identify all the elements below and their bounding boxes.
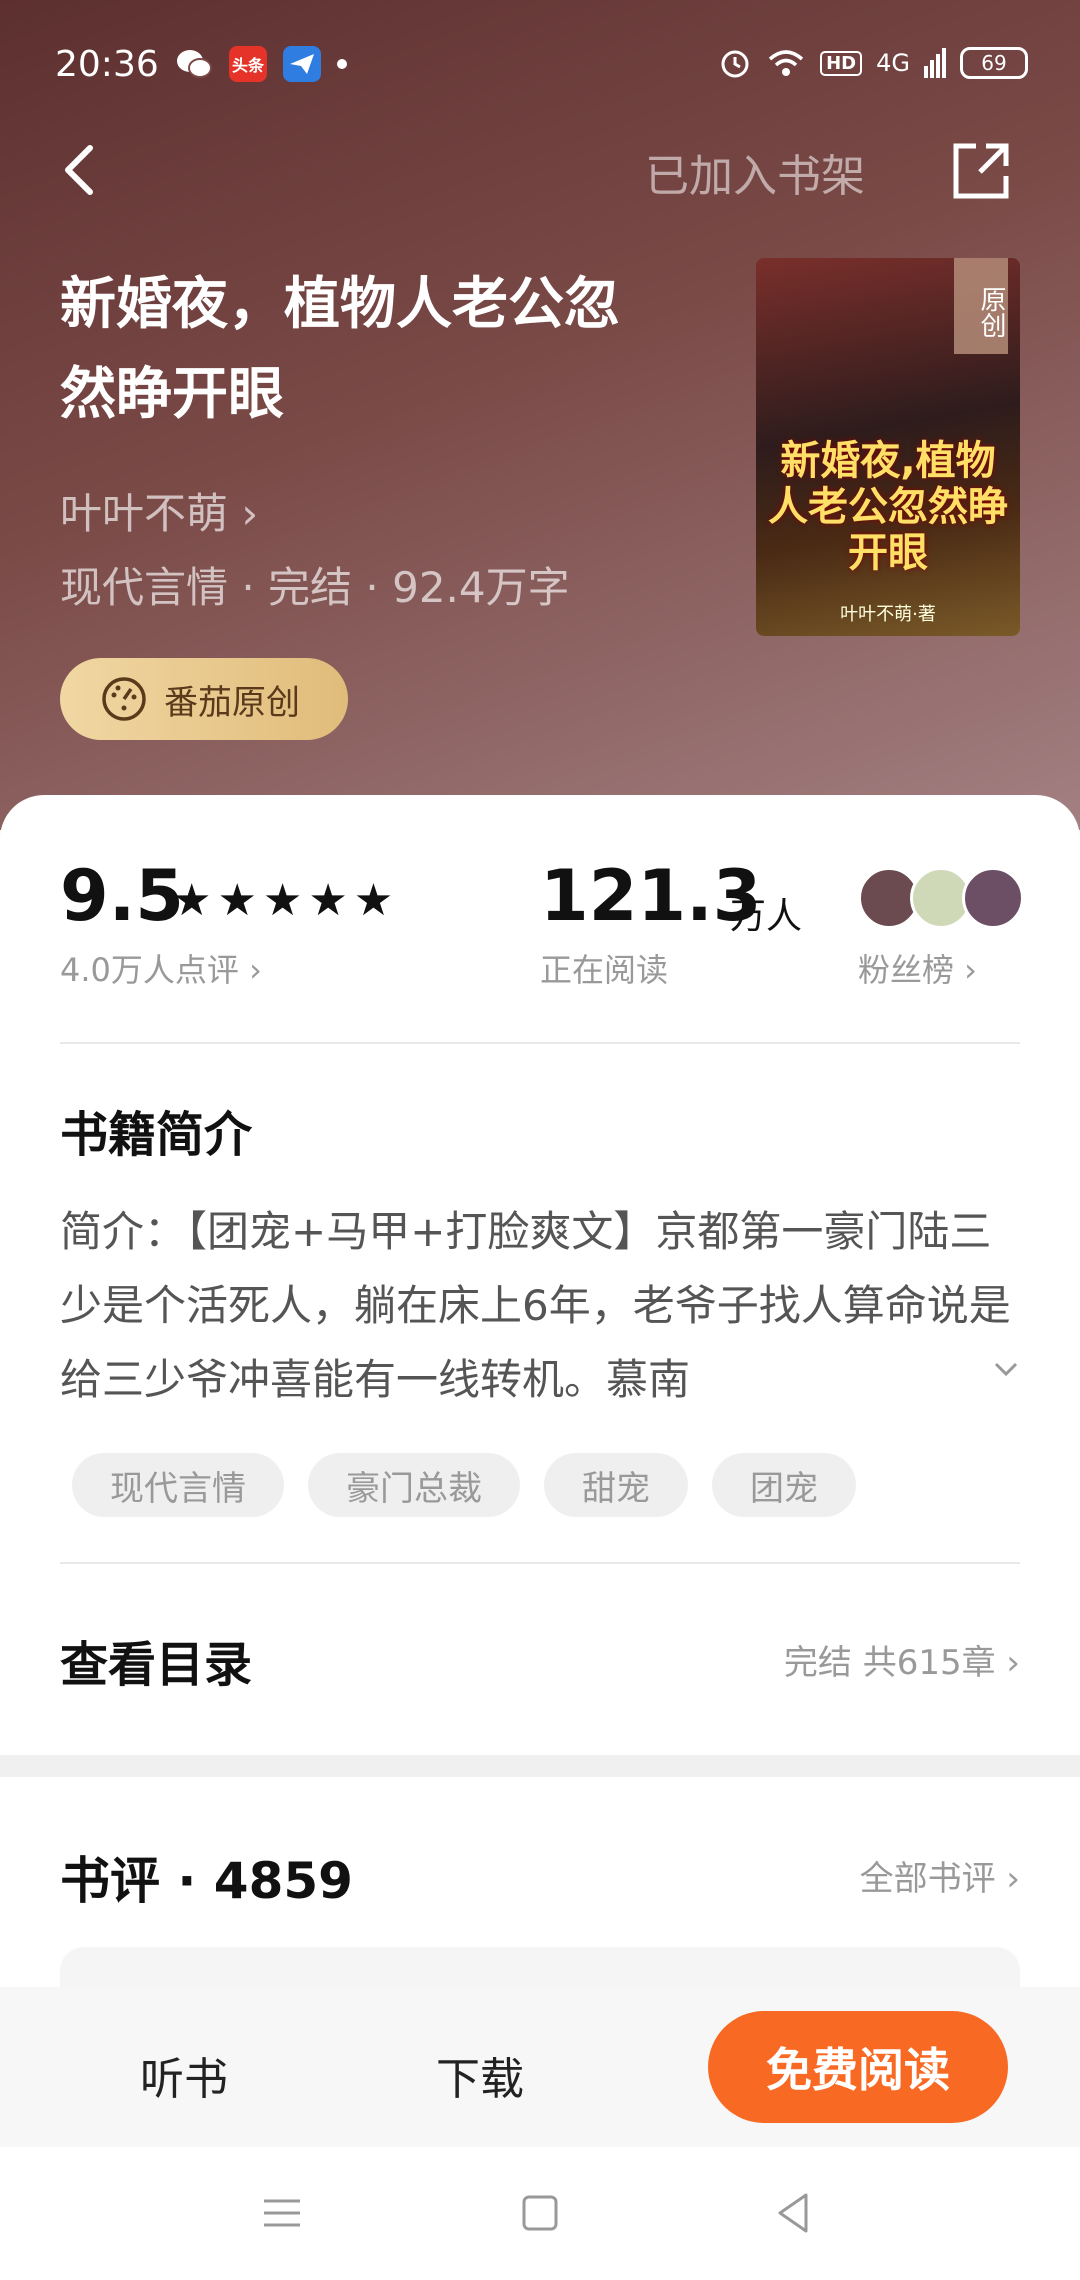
fan-avatars[interactable] [858, 867, 1024, 929]
wifi-icon [768, 50, 804, 76]
home-icon[interactable] [512, 2185, 568, 2241]
book-author-link[interactable]: 叶叶不萌 › [60, 480, 258, 541]
reader-count-unit: 万人 [730, 896, 803, 937]
tag-chip[interactable]: 团宠 [712, 1453, 856, 1517]
intro-fade [820, 1343, 1020, 1417]
listen-button[interactable]: 听书 [140, 2043, 228, 2107]
menu-icon[interactable] [254, 2185, 310, 2241]
section-gap [0, 1755, 1080, 1777]
book-reviews-section: 书评 · 4859 全部书评 › [0, 1777, 1080, 2007]
system-navigation-bar [0, 2147, 1080, 2280]
alarm-icon [721, 50, 749, 78]
cover-original-badge: 原创 [954, 258, 1008, 354]
tomato-original-badge[interactable]: 番茄原创 [60, 658, 348, 740]
book-title: 新婚夜，植物人老公忽然睁开眼 [60, 272, 620, 427]
status-time: 20:36 [55, 44, 159, 85]
more-notifications-dot [337, 59, 347, 69]
book-info-card: 9.5 ★★★★★ 4.0万人点评 › 121.3 万人 正在阅读 粉丝榜 › … [0, 795, 1080, 1755]
intro-title: 书籍简介 [60, 1107, 253, 1163]
tomato-dial-icon [102, 677, 146, 721]
tag-chip[interactable]: 现代言情 [72, 1453, 284, 1517]
back-arrow-icon[interactable] [52, 140, 112, 200]
free-read-button[interactable]: 免费阅读 [708, 2011, 1008, 2123]
catalog-info-link[interactable]: 完结 共615章 › [784, 1635, 1020, 1684]
wechat-icon [175, 46, 213, 82]
hd-indicator: HD [820, 50, 863, 76]
mail-icon [283, 46, 321, 82]
download-button[interactable]: 下载 [436, 2043, 524, 2107]
system-status-icons: HD 4G 69 [718, 46, 1028, 80]
book-hero-header: 20:36 头条 HD 4G 69 已加入书架 新婚夜，植物人老公忽然睁开眼 叶… [0, 0, 1080, 830]
all-reviews-link[interactable]: 全部书评 › [860, 1851, 1020, 1900]
tag-chip[interactable]: 豪门总裁 [308, 1453, 520, 1517]
rating-stars: ★★★★★ [172, 875, 400, 926]
catalog-title[interactable]: 查看目录 [60, 1625, 252, 1695]
tag-chip[interactable]: 甜宠 [544, 1453, 688, 1517]
reviews-title: 书评 · 4859 [60, 1852, 353, 1910]
book-meta: 现代言情 · 完结 · 92.4万字 [60, 563, 570, 612]
avatar [962, 867, 1024, 929]
divider [60, 1562, 1020, 1564]
cover-author: 叶叶不萌·著 [840, 604, 936, 625]
divider [60, 1042, 1020, 1044]
network-indicator: 4G [876, 49, 910, 77]
battery-icon: 69 [960, 47, 1028, 79]
reading-label: 正在阅读 [540, 951, 669, 989]
status-bar: 20:36 头条 HD 4G 69 [0, 0, 1080, 130]
fans-ranking-link[interactable]: 粉丝榜 › [858, 945, 977, 991]
chevron-down-icon[interactable] [992, 1355, 1020, 1383]
rating-score: 9.5 [60, 855, 185, 937]
tomato-original-label: 番茄原创 [164, 682, 300, 723]
added-to-shelf-label[interactable]: 已加入书架 [645, 140, 865, 204]
cover-title: 新婚夜,植物人老公忽然睁开眼 [768, 438, 1008, 576]
back-icon[interactable] [766, 2185, 822, 2241]
notification-icons: 头条 [175, 46, 347, 82]
share-icon[interactable] [950, 140, 1012, 202]
bottom-action-bar: 听书 下载 免费阅读 [0, 1987, 1080, 2147]
toutiao-icon: 头条 [229, 46, 267, 82]
book-cover[interactable]: 原创 新婚夜,植物人老公忽然睁开眼 叶叶不萌·著 [756, 258, 1020, 636]
review-count-link[interactable]: 4.0万人点评 › [60, 945, 262, 991]
tag-list: 现代言情 豪门总裁 甜宠 团宠 [72, 1453, 856, 1517]
signal-icon [924, 48, 946, 78]
reader-count: 121.3 [540, 855, 762, 937]
